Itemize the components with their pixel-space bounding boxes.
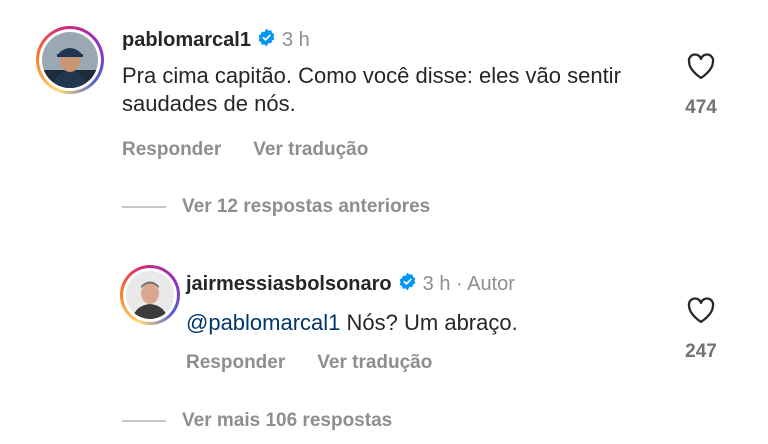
verified-badge-icon — [398, 272, 417, 297]
view-more-replies-button[interactable]: Ver mais 106 respostas — [122, 410, 392, 432]
view-previous-replies-button[interactable]: Ver 12 respostas anteriores — [122, 196, 430, 218]
divider — [122, 420, 166, 422]
timestamp: 3 h · Autor — [422, 273, 515, 295]
translate-button[interactable]: Ver tradução — [253, 139, 368, 161]
view-previous-replies-label: Ver 12 respostas anteriores — [182, 196, 431, 217]
mention-link[interactable]: @pablomarcal1 — [186, 310, 340, 335]
username[interactable]: jairmessiasbolsonaro — [186, 273, 392, 296]
comment-body: Nós? Um abraço. — [340, 310, 518, 335]
translate-button[interactable]: Ver tradução — [317, 352, 432, 374]
reply-button[interactable]: Responder — [186, 352, 285, 374]
heart-icon[interactable] — [686, 52, 716, 85]
like-count: 247 — [685, 341, 717, 362]
verified-badge-icon — [257, 28, 276, 53]
divider — [122, 206, 166, 208]
reply-button[interactable]: Responder — [122, 139, 221, 161]
timestamp: 3 h — [281, 29, 310, 51]
view-more-replies-label: Ver mais 106 respostas — [182, 410, 393, 431]
comment-text: @pablomarcal1 Nós? Um abraço. — [186, 309, 646, 337]
avatar[interactable] — [120, 265, 180, 325]
comment-text: Pra cima capitão. Como você disse: eles … — [122, 63, 621, 117]
like-count: 474 — [685, 97, 717, 118]
username[interactable]: pablomarcal1 — [122, 29, 251, 52]
avatar[interactable] — [36, 26, 104, 94]
heart-icon[interactable] — [686, 296, 716, 329]
